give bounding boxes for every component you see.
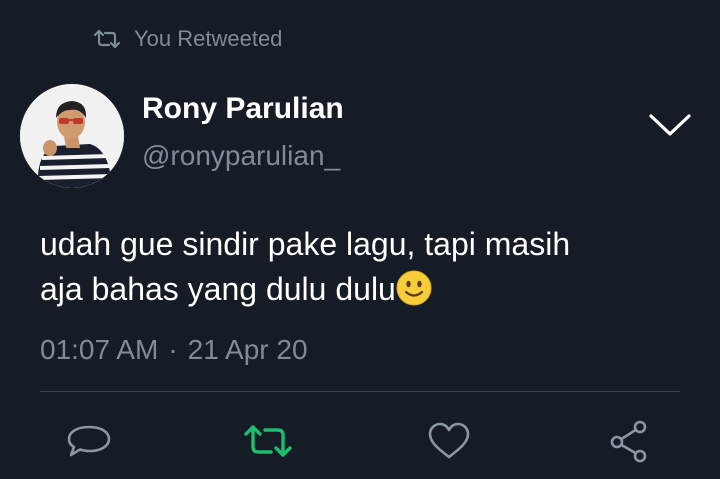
retweet-icon bbox=[242, 423, 294, 459]
tweet-date: 21 Apr 20 bbox=[187, 334, 308, 365]
like-button[interactable] bbox=[424, 418, 474, 464]
tweet-text-line-2: aja bahas yang dulu dulu bbox=[40, 271, 396, 307]
timestamp-separator: · bbox=[168, 334, 178, 365]
heart-icon bbox=[426, 421, 472, 461]
avatar[interactable] bbox=[20, 84, 124, 188]
share-button[interactable] bbox=[604, 418, 654, 464]
author-handle[interactable]: @ronyparulian_ bbox=[142, 140, 340, 172]
tweet-timestamp: 01:07 AM · 21 Apr 20 bbox=[40, 334, 308, 366]
retweet-button[interactable] bbox=[243, 418, 293, 464]
tweet-time: 01:07 AM bbox=[40, 334, 159, 365]
retweet-context-label: You Retweeted bbox=[134, 26, 283, 51]
retweet-context: You Retweeted bbox=[92, 24, 282, 54]
reply-icon bbox=[65, 421, 113, 461]
divider bbox=[40, 391, 680, 392]
slightly-smiling-face-icon bbox=[396, 270, 432, 318]
chevron-down-icon[interactable] bbox=[646, 108, 694, 140]
reply-button[interactable] bbox=[64, 418, 114, 464]
tweet-text-line-1: udah gue sindir pake lagu, tapi masih bbox=[40, 226, 571, 262]
tweet-text: udah gue sindir pake lagu, tapi masih aj… bbox=[40, 222, 700, 318]
share-icon bbox=[606, 418, 652, 464]
retweet-icon bbox=[92, 29, 122, 49]
author-name[interactable]: Rony Parulian bbox=[142, 92, 344, 126]
